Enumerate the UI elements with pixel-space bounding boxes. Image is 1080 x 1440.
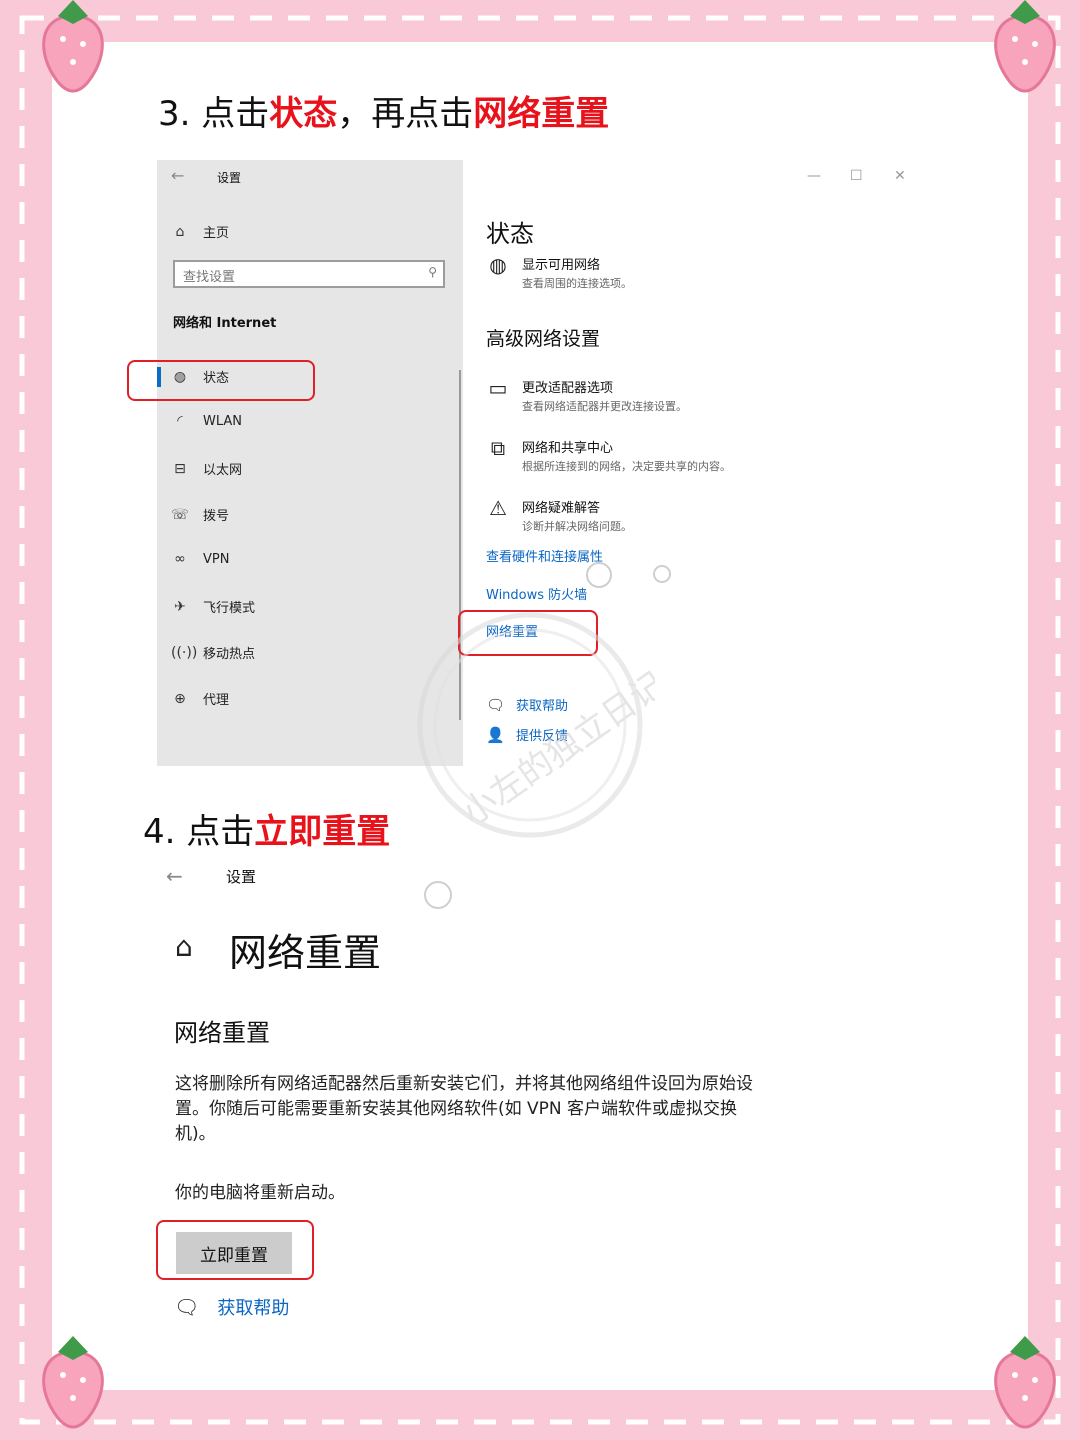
step3-highlight-reset: 网络重置: [473, 94, 610, 134]
watermark-text: 小左的独立日记: [455, 664, 655, 833]
minimize-icon[interactable]: —: [807, 168, 821, 184]
sidebar-item-label: 飞行模式: [203, 601, 256, 616]
item-title: 显示可用网络: [522, 258, 601, 273]
search-input[interactable]: 查找设置 ⚲: [173, 260, 445, 288]
show-networks-item[interactable]: ◍ 显示可用网络 查看周围的连接选项。: [486, 254, 632, 291]
step3-highlight-status: 状态: [269, 94, 338, 134]
sidebar-item-proxy[interactable]: ⊕ 代理: [171, 689, 230, 709]
sidebar-item-label: 以太网: [203, 463, 243, 478]
share-center-icon: ⧉: [490, 436, 506, 460]
highlight-box-reset-now: [156, 1220, 314, 1280]
window-title: 设置: [217, 171, 242, 185]
decorative-circle: [653, 565, 671, 583]
home-icon[interactable]: ⌂: [175, 930, 193, 963]
airplane-icon: ✈: [174, 598, 186, 615]
dialup-icon: ☏: [171, 506, 189, 523]
warning-icon: ⚠: [489, 496, 507, 520]
get-help-label: 获取帮助: [217, 1298, 290, 1319]
step4-highlight-reset-now: 立即重置: [254, 812, 391, 852]
restart-note: 你的电脑将重新启动。: [175, 1183, 345, 1203]
item-title: 网络疑难解答: [522, 501, 601, 516]
item-desc: 查看网络适配器并更改连接设置。: [522, 400, 687, 413]
step3-heading: 3. 点击状态，再点击网络重置: [158, 86, 609, 135]
maximize-icon[interactable]: ☐: [850, 168, 863, 184]
sidebar-item-label: VPN: [203, 551, 230, 567]
sidebar-item-home[interactable]: ⌂ 主页: [171, 222, 230, 242]
item-title: 网络和共享中心: [522, 441, 614, 456]
section-label: 网络和 Internet: [173, 316, 277, 331]
strawberry-icon: [42, 1336, 104, 1429]
search-icon: ⚲: [428, 265, 437, 279]
vpn-icon: ∞: [174, 551, 186, 567]
hotspot-icon: ((·)): [171, 644, 198, 661]
sidebar-item-label: 拨号: [203, 509, 230, 524]
section-title: 网络重置: [174, 1019, 270, 1047]
sidebar-item-label: 代理: [203, 693, 230, 708]
reset-description: 这将删除所有网络适配器然后重新安装它们，并将其他网络组件设回为原始设置。你随后可…: [175, 1074, 753, 1144]
watermark-stamp: 小左的独立日记: [417, 612, 655, 838]
back-arrow-icon[interactable]: ←: [166, 864, 183, 888]
sharing-center-item[interactable]: ⧉ 网络和共享中心 根据所连接到的网络，决定要共享的内容。: [486, 437, 731, 474]
home-icon: ⌂: [175, 223, 185, 240]
get-help-link[interactable]: 🗨 获取帮助: [174, 1294, 289, 1320]
item-desc: 根据所连接到的网络，决定要共享的内容。: [522, 460, 731, 473]
sidebar-item-label: 主页: [203, 226, 230, 241]
proxy-globe-icon: ⊕: [174, 690, 186, 707]
step4-heading: 4. 点击立即重置: [143, 804, 390, 853]
ethernet-icon: ⊟: [174, 460, 186, 477]
step4-prefix: 4. 点击: [143, 812, 255, 852]
advanced-heading: 高级网络设置: [486, 328, 601, 350]
sidebar-item-vpn[interactable]: ∞ VPN: [171, 551, 229, 567]
sidebar-item-label: WLAN: [203, 413, 243, 429]
step3-prefix: 3. 点击: [158, 94, 270, 134]
highlight-box-status: [127, 360, 315, 401]
window-title: 设置: [226, 868, 257, 886]
sidebar-item-dialup[interactable]: ☏ 拨号: [171, 505, 230, 525]
back-arrow-icon[interactable]: ←: [171, 166, 184, 185]
search-placeholder: 查找设置: [183, 270, 236, 285]
sidebar-item-wlan[interactable]: ◜ WLAN: [171, 413, 242, 429]
troubleshoot-item[interactable]: ⚠ 网络疑难解答 诊断并解决网络问题。: [486, 497, 632, 534]
decorative-circle: [424, 881, 452, 909]
sidebar-item-ethernet[interactable]: ⊟ 以太网: [171, 459, 243, 479]
page-title: 状态: [486, 220, 534, 248]
sidebar-item-hotspot[interactable]: ((·)) 移动热点: [171, 643, 256, 663]
item-desc: 诊断并解决网络问题。: [522, 520, 632, 533]
strawberry-icon: [994, 0, 1056, 93]
monitor-icon: ▭: [488, 376, 508, 400]
strawberry-icon: [42, 0, 104, 93]
page-title: 网络重置: [229, 931, 382, 975]
hardware-properties-link[interactable]: 查看硬件和连接属性: [486, 546, 603, 565]
sidebar-item-label: 移动热点: [203, 647, 256, 662]
close-icon[interactable]: ✕: [894, 168, 906, 184]
globe-network-icon: ◍: [489, 253, 507, 277]
strawberry-icon: [994, 1336, 1056, 1429]
help-chat-icon: 🗨: [174, 1295, 200, 1319]
adapter-options-item[interactable]: ▭ 更改适配器选项 查看网络适配器并更改连接设置。: [486, 377, 687, 414]
step3-middle: ，再点击: [337, 94, 474, 134]
item-title: 更改适配器选项: [522, 381, 614, 396]
sidebar-item-airplane[interactable]: ✈ 飞行模式: [171, 597, 256, 617]
item-desc: 查看周围的连接选项。: [522, 277, 632, 290]
wifi-icon: ◜: [177, 413, 183, 429]
decorative-circle: [586, 562, 612, 588]
